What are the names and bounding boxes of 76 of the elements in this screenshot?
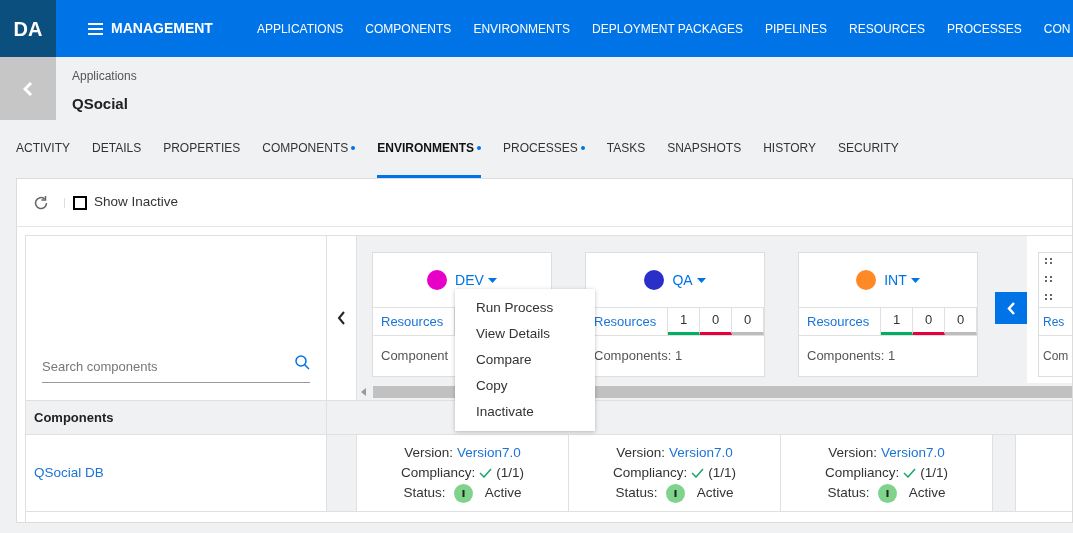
caret-down-icon — [696, 277, 706, 283]
nav-link[interactable]: DEPLOYMENT PACKAGES — [592, 19, 743, 38]
version-link[interactable]: Version7.0 — [457, 443, 521, 462]
caret-down-icon — [910, 277, 920, 283]
tab[interactable]: SECURITY — [838, 120, 899, 178]
check-icon — [479, 467, 493, 478]
menu-icon — [88, 22, 103, 35]
search-field[interactable]: Search components — [42, 356, 310, 383]
count: 0 — [732, 308, 764, 335]
components-count: Components: 1 — [807, 347, 896, 366]
compliancy-value: (1/1) — [496, 463, 524, 482]
compliancy-label: Compliancy: — [824, 463, 900, 482]
status-icon — [877, 483, 897, 503]
nav-link[interactable]: CON — [1043, 19, 1071, 38]
count: 0 — [945, 308, 977, 335]
status-value: Active — [696, 484, 734, 502]
status-icon — [453, 483, 473, 503]
caret-down-icon — [487, 277, 497, 283]
components-count: Com — [1043, 348, 1069, 365]
check-icon — [691, 467, 705, 478]
menu-item[interactable]: Copy — [455, 373, 595, 399]
status-label: Status: — [615, 484, 658, 502]
tab[interactable]: COMPONENTS — [262, 120, 356, 178]
nav-link[interactable]: ENVIRONMENTS — [473, 19, 571, 38]
compliancy-label: Compliancy: — [400, 463, 476, 482]
status-icon — [665, 483, 685, 503]
menu-item[interactable]: Compare — [455, 347, 595, 373]
count: 1 — [881, 308, 913, 335]
status-label: Status: — [827, 484, 870, 502]
nav-link[interactable]: RESOURCES — [849, 19, 926, 38]
environment-dropdown[interactable]: INT — [884, 269, 920, 291]
tab[interactable]: DETAILS — [92, 120, 142, 178]
tab[interactable]: SNAPSHOTS — [667, 120, 742, 178]
version-link[interactable]: Version7.0 — [669, 443, 733, 462]
resources-link[interactable]: Res — [1043, 312, 1065, 331]
nav-link[interactable]: APPLICATIONS — [256, 19, 344, 38]
chevron-left-icon — [1006, 301, 1016, 315]
nav-link[interactable]: COMPONENTS — [365, 19, 452, 38]
status-value: Active — [484, 484, 522, 502]
count: 0 — [913, 308, 945, 335]
version-label: Version: — [616, 443, 665, 462]
status-value: Active — [908, 484, 946, 502]
tab[interactable]: ACTIVITY — [16, 120, 70, 178]
chevron-left-icon[interactable] — [337, 311, 346, 325]
tab[interactable]: HISTORY — [763, 120, 817, 178]
status-label: Status: — [403, 484, 446, 502]
version-link[interactable]: Version7.0 — [881, 443, 945, 462]
nav-link[interactable]: PIPELINES — [765, 19, 828, 38]
compliancy-value: (1/1) — [708, 463, 736, 482]
version-label: Version: — [828, 443, 877, 462]
menu-item[interactable]: Inactivate — [455, 399, 595, 425]
environment-dropdown[interactable]: QA — [672, 269, 706, 291]
tab[interactable]: TASKS — [606, 120, 646, 178]
tab[interactable]: PROPERTIES — [163, 120, 241, 178]
resources-link[interactable]: Resources — [799, 308, 881, 335]
components-count: Components: 1 — [594, 347, 683, 366]
components-count: Component — [381, 347, 449, 366]
breadcrumb-link[interactable]: Applications — [72, 67, 137, 85]
version-label: Version: — [404, 443, 453, 462]
check-icon — [903, 467, 917, 478]
chevron-button[interactable] — [995, 292, 1027, 324]
compliancy-label: Compliancy: — [612, 463, 688, 482]
logo[interactable]: DA — [0, 0, 56, 57]
compliancy-value: (1/1) — [920, 463, 948, 482]
tab[interactable]: PROCESSES — [503, 120, 585, 178]
component-link[interactable]: QSocial DB — [34, 462, 104, 484]
count: 1 — [668, 308, 700, 335]
refresh-icon[interactable] — [33, 194, 49, 211]
count: 0 — [700, 308, 732, 335]
column-header: Components — [34, 408, 114, 427]
chevron-left-icon — [23, 81, 33, 96]
page-title: QSocial — [72, 94, 129, 114]
environment-dropdown[interactable]: DEV — [455, 269, 497, 291]
nav-link[interactable]: PROCESSES — [947, 19, 1022, 38]
search-icon — [295, 354, 310, 370]
management-menu-button[interactable]: MANAGEMENT — [88, 18, 213, 39]
